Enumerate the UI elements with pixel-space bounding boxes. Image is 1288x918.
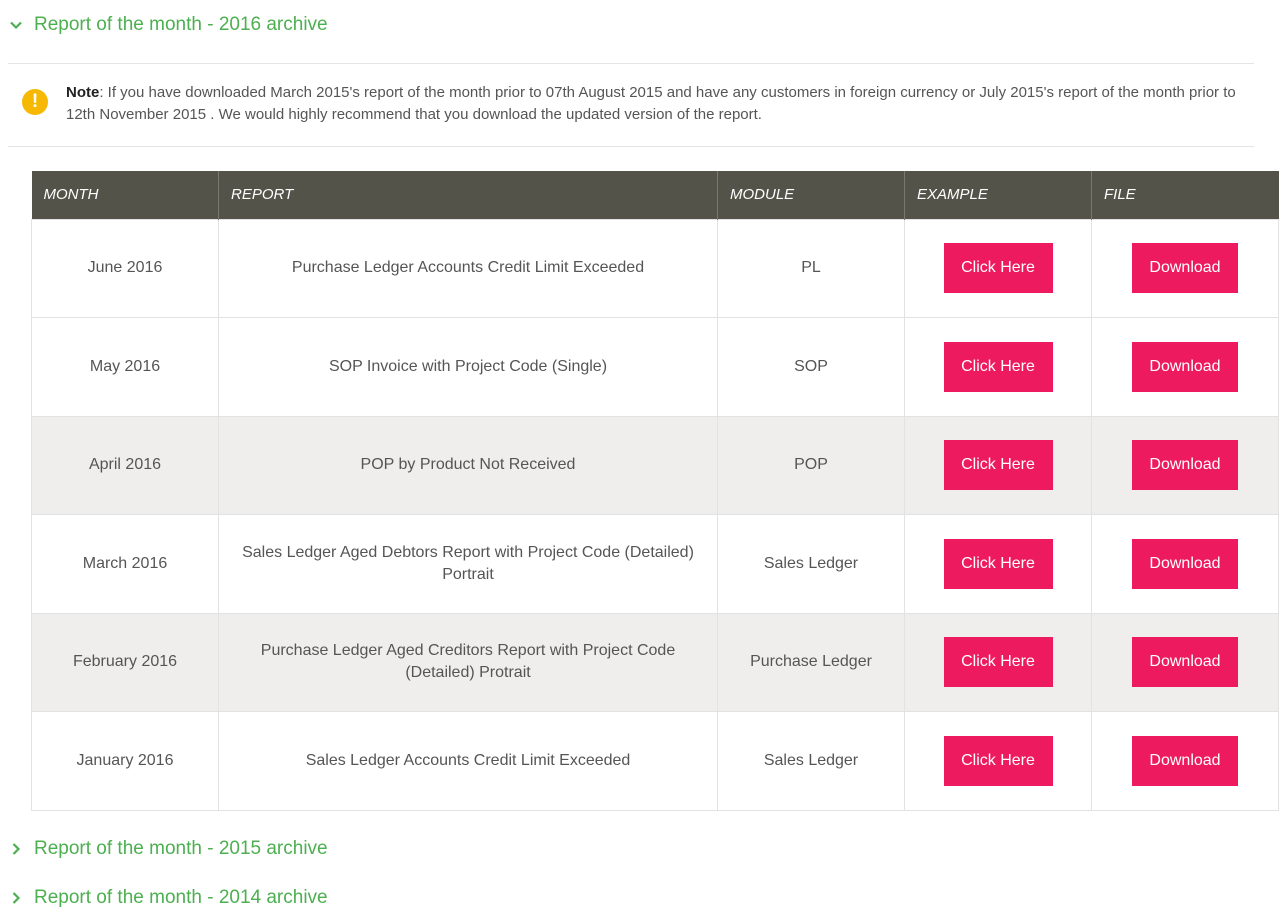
click-here-button[interactable]: Click Here <box>943 341 1053 392</box>
column-header-example: EXAMPLE <box>904 171 1092 219</box>
month-cell: May 2016 <box>31 317 219 417</box>
month-cell: June 2016 <box>31 218 219 318</box>
file-cell: Download <box>1091 218 1279 318</box>
report-cell: Purchase Ledger Accounts Credit Limit Ex… <box>218 218 718 318</box>
accordion-2016-archive[interactable]: Report of the month - 2016 archive <box>8 14 328 36</box>
download-button[interactable]: Download <box>1132 440 1238 491</box>
module-cell: Sales Ledger <box>717 711 905 811</box>
file-cell: Download <box>1091 514 1279 614</box>
accordion-title: Report of the month - 2016 archive <box>34 14 328 35</box>
accordion-2014-archive[interactable]: Report of the month - 2014 archive <box>8 887 328 909</box>
download-button[interactable]: Download <box>1132 341 1238 392</box>
module-cell: Purchase Ledger <box>717 612 905 712</box>
file-cell: Download <box>1091 415 1279 515</box>
chevron-right-icon <box>8 890 24 906</box>
click-here-button[interactable]: Click Here <box>943 243 1053 294</box>
click-here-button[interactable]: Click Here <box>943 440 1053 491</box>
module-cell: PL <box>717 218 905 318</box>
month-cell: April 2016 <box>31 415 219 515</box>
column-header-month: MONTH <box>31 171 219 219</box>
file-cell: Download <box>1091 711 1279 811</box>
exclamation-icon: ! <box>22 89 48 115</box>
accordion-title: Report of the month - 2015 archive <box>34 838 328 859</box>
chevron-down-icon <box>8 17 24 33</box>
report-cell: Sales Ledger Aged Debtors Report with Pr… <box>218 514 718 614</box>
divider <box>8 146 1254 147</box>
example-cell: Click Here <box>904 218 1092 318</box>
download-button[interactable]: Download <box>1132 735 1238 786</box>
divider <box>8 63 1254 64</box>
example-cell: Click Here <box>904 415 1092 515</box>
note-label: Note <box>66 84 100 101</box>
click-here-button[interactable]: Click Here <box>943 735 1053 786</box>
table-row: March 2016 Sales Ledger Aged Debtors Rep… <box>31 514 1279 614</box>
note-box: ! Note: If you have downloaded March 201… <box>22 82 1258 126</box>
month-cell: January 2016 <box>31 711 219 811</box>
month-cell: February 2016 <box>31 612 219 712</box>
accordion-2015-archive[interactable]: Report of the month - 2015 archive <box>8 838 328 860</box>
accordion-title: Report of the month - 2014 archive <box>34 887 328 908</box>
table-row: February 2016 Purchase Ledger Aged Credi… <box>31 612 1279 712</box>
file-cell: Download <box>1091 612 1279 712</box>
table-row: January 2016 Sales Ledger Accounts Credi… <box>31 711 1279 811</box>
table-row: June 2016 Purchase Ledger Accounts Credi… <box>31 218 1279 318</box>
module-cell: SOP <box>717 317 905 417</box>
download-button[interactable]: Download <box>1132 538 1238 589</box>
report-cell: Sales Ledger Accounts Credit Limit Excee… <box>218 711 718 811</box>
click-here-button[interactable]: Click Here <box>943 637 1053 688</box>
month-cell: March 2016 <box>31 514 219 614</box>
table-header-row: MONTH REPORT MODULE EXAMPLE FILE <box>31 171 1279 219</box>
module-cell: POP <box>717 415 905 515</box>
reports-table: MONTH REPORT MODULE EXAMPLE FILE June 20… <box>31 171 1279 811</box>
example-cell: Click Here <box>904 711 1092 811</box>
example-cell: Click Here <box>904 514 1092 614</box>
note-body: : If you have downloaded March 2015's re… <box>66 84 1236 123</box>
example-cell: Click Here <box>904 612 1092 712</box>
click-here-button[interactable]: Click Here <box>943 538 1053 589</box>
download-button[interactable]: Download <box>1132 243 1238 294</box>
table-row: April 2016 POP by Product Not Received P… <box>31 415 1279 515</box>
column-header-file: FILE <box>1091 171 1279 219</box>
column-header-report: REPORT <box>218 171 718 219</box>
report-cell: POP by Product Not Received <box>218 415 718 515</box>
report-cell: SOP Invoice with Project Code (Single) <box>218 317 718 417</box>
table-row: May 2016 SOP Invoice with Project Code (… <box>31 317 1279 417</box>
download-button[interactable]: Download <box>1132 637 1238 688</box>
note-text: Note: If you have downloaded March 2015'… <box>66 82 1258 126</box>
chevron-right-icon <box>8 841 24 857</box>
example-cell: Click Here <box>904 317 1092 417</box>
file-cell: Download <box>1091 317 1279 417</box>
report-cell: Purchase Ledger Aged Creditors Report wi… <box>218 612 718 712</box>
column-header-module: MODULE <box>717 171 905 219</box>
module-cell: Sales Ledger <box>717 514 905 614</box>
